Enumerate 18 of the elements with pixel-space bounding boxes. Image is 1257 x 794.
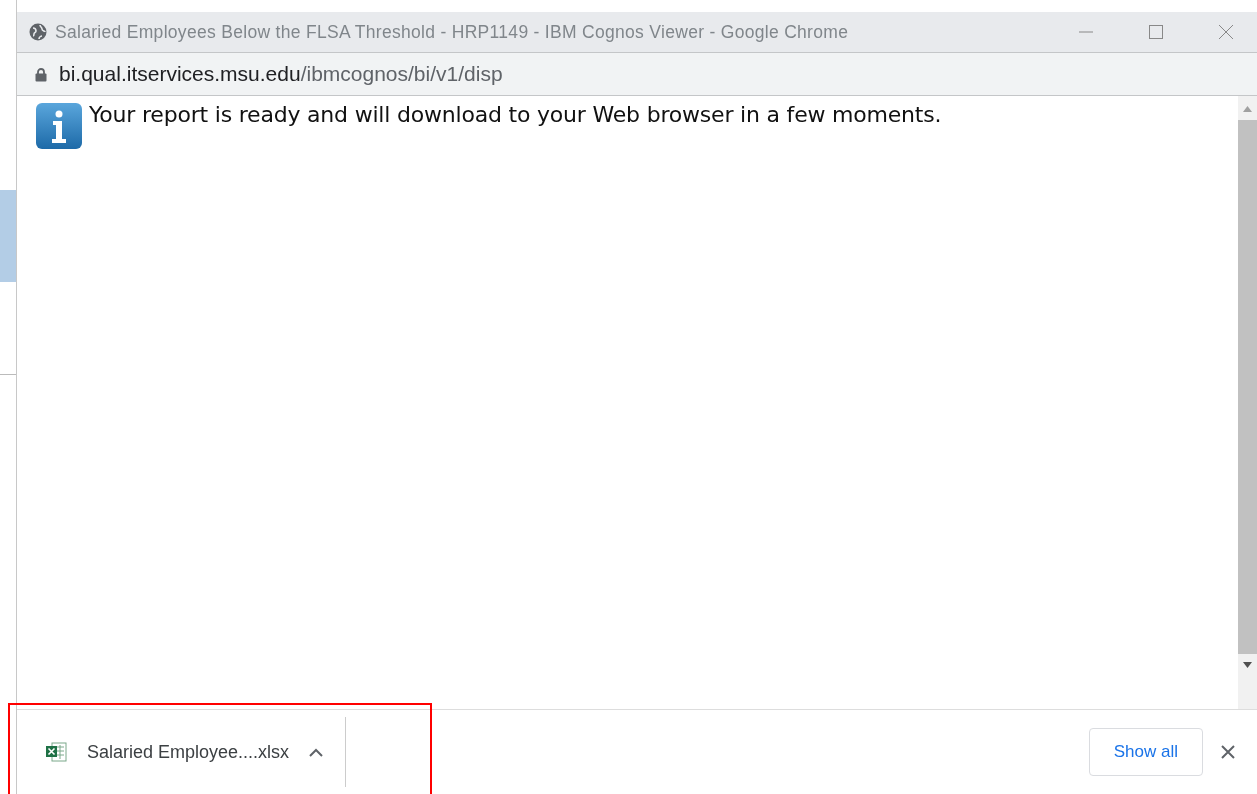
- download-item[interactable]: Salaried Employee....xlsx: [45, 717, 347, 787]
- globe-icon: [29, 23, 47, 41]
- lock-icon: [35, 66, 47, 82]
- message-text: Your report is ready and will download to your Web browser in a few moments.: [89, 102, 942, 127]
- minimize-icon: [1078, 31, 1094, 33]
- close-icon: [1218, 24, 1234, 40]
- show-all-button[interactable]: Show all: [1088, 728, 1203, 776]
- scroll-down-icon[interactable]: [1243, 662, 1252, 668]
- file-name: Salaried Employee....xlsx: [87, 741, 290, 763]
- maximize-icon: [1148, 24, 1164, 40]
- spreadsheet-icon: [45, 741, 67, 763]
- window-title: Salaried Employees Below the FLSA Threshold - HRP1149 - IBM Cognos Viewer - Google Chrome: [55, 21, 850, 43]
- scroll-up-icon[interactable]: [1243, 106, 1252, 112]
- info-icon: [35, 102, 83, 150]
- scrollbar[interactable]: [1238, 96, 1257, 709]
- close-icon[interactable]: [1221, 745, 1235, 759]
- caret-icon[interactable]: [309, 747, 324, 757]
- url-text[interactable]: bi.qual.itservices.msu.edu/ibmcognos/bi/v1/disp: [59, 62, 503, 86]
